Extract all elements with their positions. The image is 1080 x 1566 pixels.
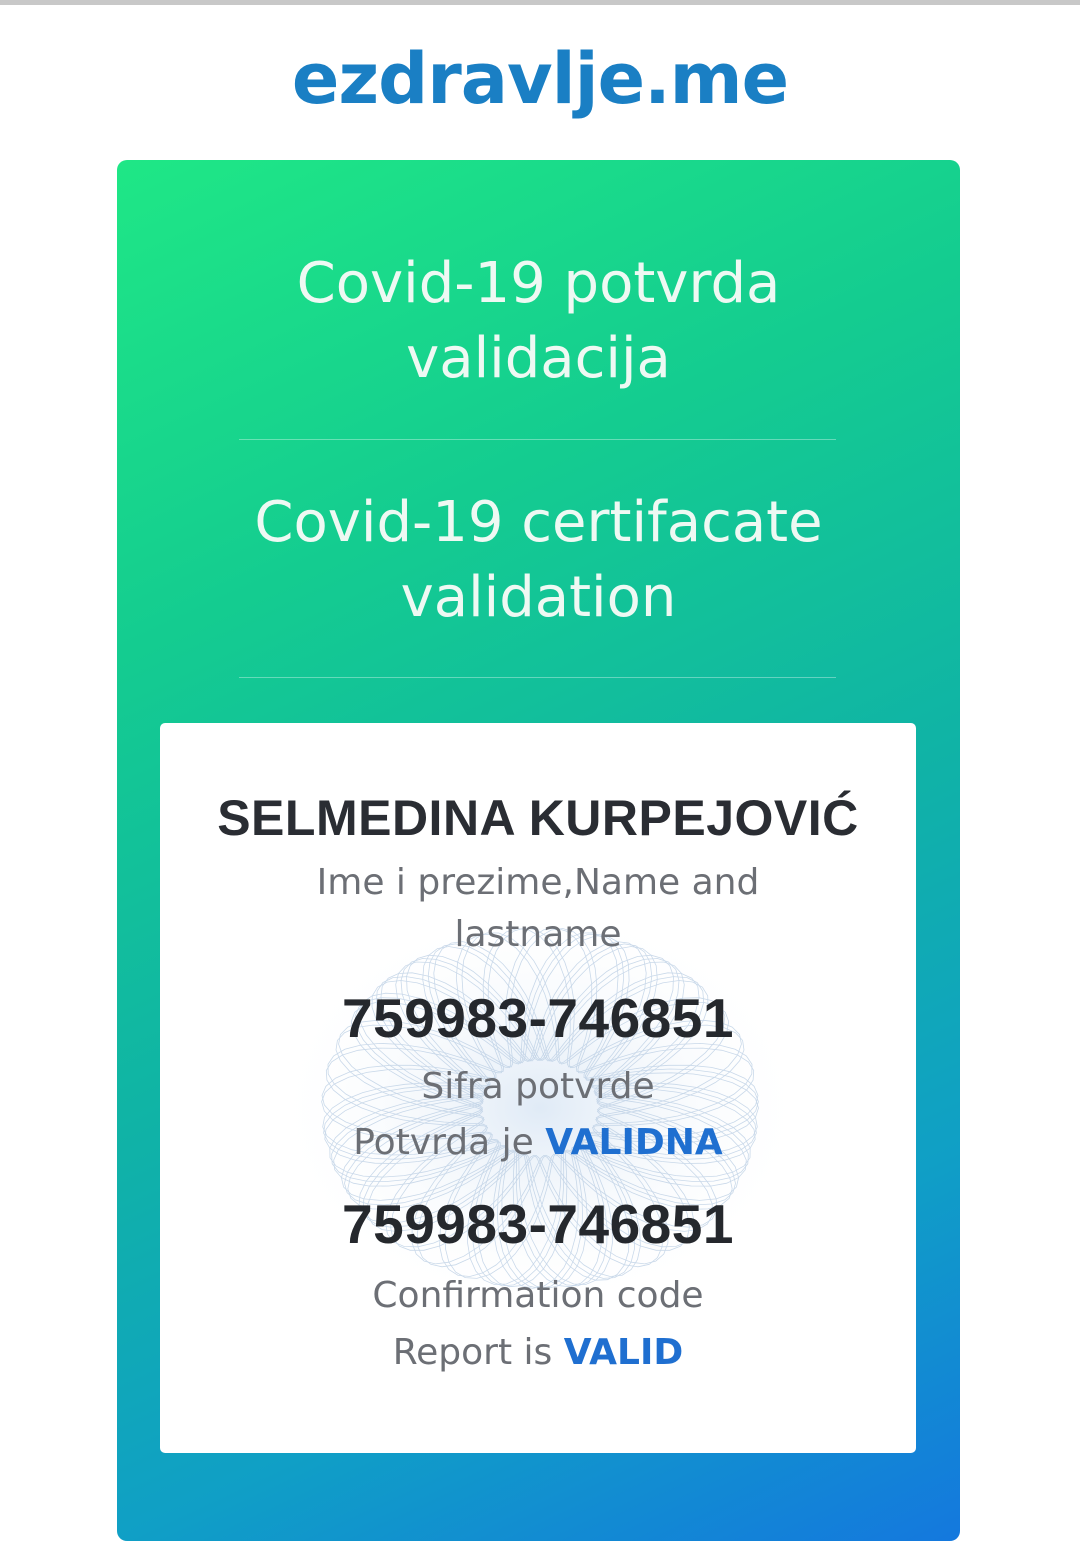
status-english-prefix: Report is [392, 1332, 564, 1373]
validation-card: Covid-19 potvrda validacija Covid-19 cer… [117, 160, 960, 1541]
site-logo[interactable]: ezdravlje.me [0, 38, 1080, 120]
divider [239, 439, 836, 440]
status-serbian-badge: VALIDNA [545, 1122, 723, 1163]
result-panel: SELMEDINA KURPEJOVIĆ Ime i prezime,Name … [160, 723, 916, 1453]
status-english-badge: VALID [563, 1332, 684, 1373]
code-label-serbian: Sifra potvrde [421, 1066, 655, 1107]
code-label-english: Confirmation code [372, 1275, 704, 1316]
divider [239, 677, 836, 678]
holder-name: SELMEDINA KURPEJOVIĆ [217, 790, 859, 846]
top-border [0, 0, 1080, 5]
heading-english-line2: validation [400, 565, 677, 630]
heading-serbian-line2: validacija [406, 326, 671, 391]
heading-serbian: Covid-19 potvrda validacija [117, 246, 960, 396]
name-label-line1: Ime i prezime,Name and [316, 862, 760, 903]
result-content: SELMEDINA KURPEJOVIĆ Ime i prezime,Name … [160, 723, 916, 1453]
status-english: Report is VALID [160, 1327, 916, 1379]
status-serbian: Potvrda je VALIDNA [160, 1117, 916, 1169]
name-label-line2: lastname [454, 914, 622, 955]
confirmation-code-english: 759983-746851 [342, 1193, 734, 1255]
name-label: Ime i prezime,Name and lastname [160, 857, 916, 961]
status-serbian-prefix: Potvrda je [353, 1122, 546, 1163]
heading-english: Covid-19 certifacate validation [117, 485, 960, 635]
heading-english-line1: Covid-19 certifacate [254, 490, 823, 555]
heading-serbian-line1: Covid-19 potvrda [296, 251, 781, 316]
confirmation-code-serbian: 759983-746851 [342, 987, 734, 1049]
